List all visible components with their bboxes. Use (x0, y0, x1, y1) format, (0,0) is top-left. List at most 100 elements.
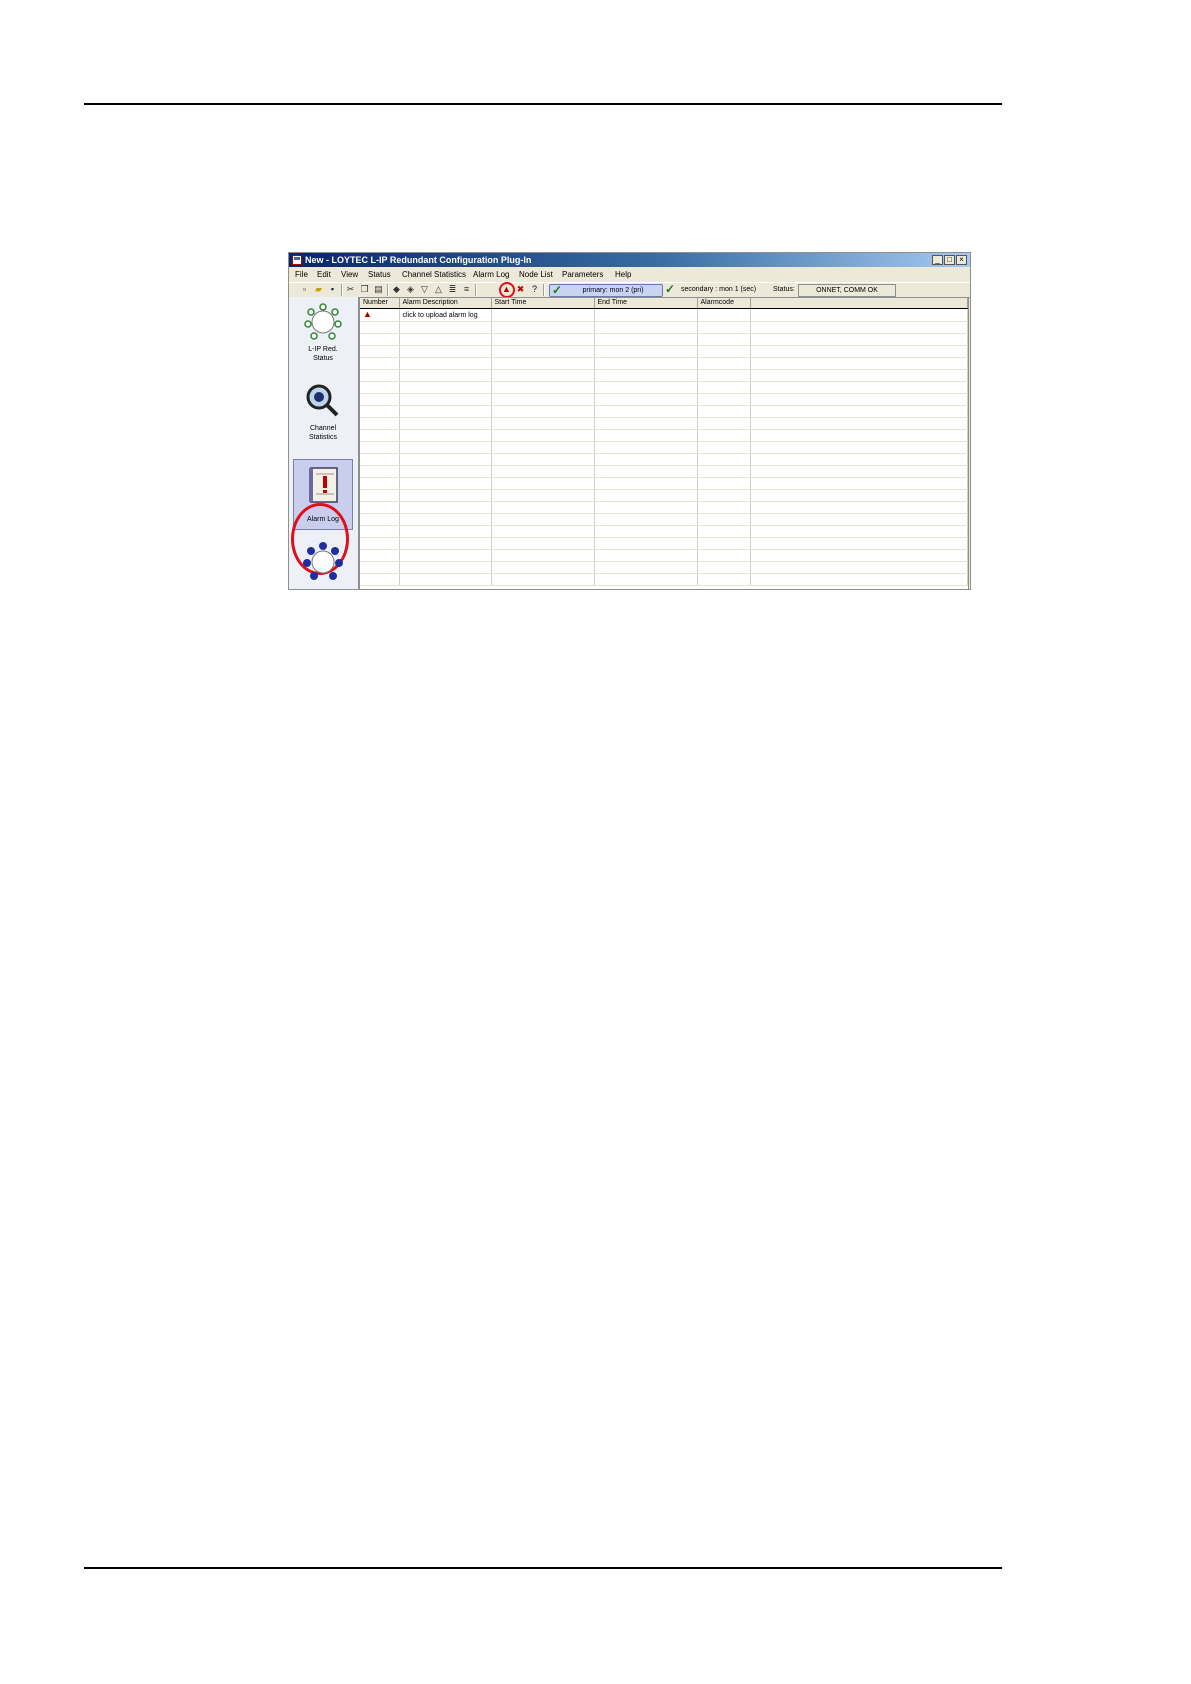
table-cell (750, 525, 968, 538)
open-folder-icon[interactable]: ▰ (313, 284, 324, 295)
table-cell (750, 393, 968, 406)
table-cell (697, 501, 751, 514)
table-cell (360, 357, 400, 370)
menu-parameters[interactable]: Parameters (562, 268, 603, 281)
table-row[interactable]: ▲ click to upload alarm log (360, 308, 968, 322)
table-cell (750, 333, 968, 346)
table-cell (399, 417, 492, 430)
upload-alarm-icon[interactable]: ▲ (501, 284, 512, 295)
nav-channel-statistics[interactable]: Channel Statistics (293, 381, 353, 443)
export-icon[interactable]: ≣ (447, 284, 458, 295)
table-cell (399, 345, 492, 358)
table-cell (491, 561, 595, 574)
table-cell (491, 441, 595, 454)
clear-alarm-icon[interactable]: ✖ (515, 284, 526, 295)
toolbar-separator (543, 284, 545, 296)
menu-file[interactable]: File (295, 268, 308, 281)
table-cell (750, 308, 968, 322)
arrow-left-icon[interactable]: ◆ (391, 284, 402, 295)
table-cell (399, 333, 492, 346)
table-row[interactable] (360, 381, 968, 394)
menu-help[interactable]: Help (615, 268, 631, 281)
table-cell (594, 465, 698, 478)
cut-icon[interactable]: ✂ (345, 284, 356, 295)
menu-alarm-log[interactable]: Alarm Log (473, 268, 509, 281)
primary-indicator[interactable]: ✓ primary: mon 2 (pri) (549, 284, 663, 297)
menu-edit[interactable]: Edit (317, 268, 331, 281)
table-cell (594, 345, 698, 358)
menu-channel-statistics[interactable]: Channel Statistics (402, 268, 466, 281)
table-cell (697, 513, 751, 526)
table-cell (491, 513, 595, 526)
arrow-down-icon[interactable]: ▽ (419, 284, 430, 295)
import-icon[interactable]: ≡ (461, 284, 472, 295)
table-row[interactable] (360, 429, 968, 442)
column-header[interactable]: Number (360, 298, 400, 309)
help-icon[interactable]: ? (529, 284, 540, 295)
arrow-right-icon[interactable]: ◈ (405, 284, 416, 295)
table-row[interactable] (360, 453, 968, 466)
new-file-icon[interactable]: ▫ (299, 284, 310, 295)
table-row[interactable] (360, 501, 968, 514)
table-cell (594, 573, 698, 586)
menu-node-list[interactable]: Node List (519, 268, 553, 281)
nav-node-list[interactable] (293, 541, 353, 589)
table-row[interactable] (360, 549, 968, 562)
table-cell (750, 477, 968, 490)
table-row[interactable] (360, 333, 968, 346)
table-cell (697, 393, 751, 406)
table-row[interactable] (360, 441, 968, 454)
minimize-button[interactable]: _ (932, 255, 943, 265)
menu-view[interactable]: View (341, 268, 358, 281)
table-cell (594, 501, 698, 514)
table-row[interactable] (360, 417, 968, 430)
table-row[interactable] (360, 561, 968, 574)
table-cell (360, 561, 400, 574)
primary-label: primary: mon 2 (pri) (582, 287, 644, 294)
nav-label: Status (313, 355, 333, 362)
column-header[interactable]: End Time (594, 298, 698, 309)
table-row[interactable] (360, 369, 968, 382)
close-button[interactable]: × (956, 255, 967, 265)
table-row[interactable] (360, 321, 968, 334)
column-header[interactable]: Start Time (491, 298, 595, 309)
copy-icon[interactable]: ❐ (359, 284, 370, 295)
table-cell (360, 537, 400, 550)
table-row[interactable] (360, 537, 968, 550)
table-row[interactable] (360, 405, 968, 418)
menu-status[interactable]: Status (368, 268, 391, 281)
table-row[interactable] (360, 525, 968, 538)
table-cell (491, 345, 595, 358)
table-row[interactable] (360, 489, 968, 502)
table-cell (360, 417, 400, 430)
toolbar-separator (475, 284, 477, 296)
menu-bar: File Edit View Status Channel Statistics… (289, 268, 970, 281)
nav-lip-red-status[interactable]: L-IP Red. Status (293, 302, 353, 364)
paste-icon[interactable]: ▤ (373, 284, 384, 295)
table-row[interactable] (360, 465, 968, 478)
table-cell (360, 333, 400, 346)
table-cell (491, 525, 595, 538)
page-header-rule (84, 103, 1002, 105)
table-row[interactable] (360, 357, 968, 370)
toolbar-separator (341, 284, 343, 296)
column-header[interactable]: Alarm Description (399, 298, 492, 309)
table-cell (697, 333, 751, 346)
column-header[interactable]: Alarmcode (697, 298, 751, 309)
table-cell (399, 477, 492, 490)
table-row[interactable] (360, 477, 968, 490)
table-cell[interactable]: click to upload alarm log (399, 308, 492, 322)
save-icon[interactable]: ▪ (327, 284, 338, 295)
table-cell (399, 537, 492, 550)
table-cell (594, 561, 698, 574)
upload-alarm-icon[interactable]: ▲ (363, 309, 372, 319)
secondary-label: secondary : mon 1 (sec) (681, 286, 757, 293)
table-row[interactable] (360, 513, 968, 526)
secondary-check-icon: ✓ (665, 282, 676, 296)
table-row[interactable] (360, 393, 968, 406)
table-row[interactable] (360, 345, 968, 358)
table-cell (491, 308, 595, 322)
arrow-up-icon[interactable]: △ (433, 284, 444, 295)
table-row[interactable] (360, 573, 968, 586)
maximize-button[interactable]: □ (944, 255, 955, 265)
